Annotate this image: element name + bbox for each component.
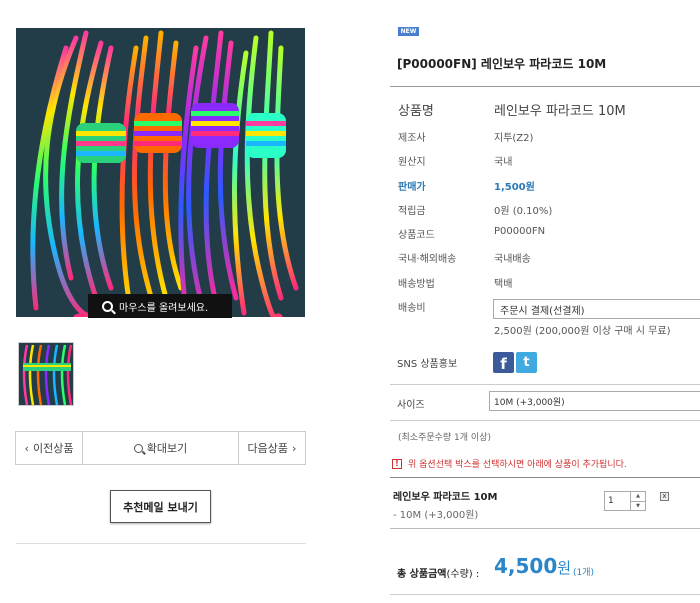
info-label-product-code: 상품코드: [398, 230, 435, 241]
product-navigation: ‹ 이전상품 확대보기 다음상품 ›: [15, 431, 306, 465]
recommend-mail-button[interactable]: 추천메일 보내기: [110, 490, 211, 523]
total-qty-label: (수량) :: [446, 569, 480, 580]
magnifier-icon: [133, 443, 143, 453]
product-main-image[interactable]: [16, 28, 305, 317]
total-count: (1개): [573, 568, 595, 578]
divider: [390, 384, 700, 385]
info-value-price: 1,500원: [494, 182, 535, 193]
quantity-up-button[interactable]: ▲: [631, 492, 645, 502]
info-label-price: 판매가: [398, 182, 426, 193]
total-label-text: 총 상품금액: [397, 569, 447, 580]
zoom-button[interactable]: 확대보기: [83, 432, 239, 464]
size-select-value: 10M (+3,000원): [494, 397, 565, 408]
info-label-delivery-method: 배송방법: [398, 279, 435, 290]
selected-option-name: 레인보우 파라코드 10M: [393, 492, 498, 503]
shipping-fee-note: 2,500원 (200,000원 이상 구매 시 무료): [494, 326, 671, 337]
info-label-points: 적립금: [398, 206, 426, 217]
chevron-left-icon: ‹: [24, 441, 29, 455]
info-value-delivery-method: 택배: [494, 279, 513, 290]
shipping-payment-select[interactable]: 주문시 결제(선결제): [493, 299, 700, 319]
quantity-down-button[interactable]: ▼: [631, 502, 645, 511]
chevron-right-icon: ›: [292, 441, 297, 455]
info-label-name: 상품명: [398, 104, 434, 119]
option-notice-text: 위 옵션선택 박스를 선택하시면 아래에 상품이 추가됩니다.: [408, 460, 627, 470]
product-title: [P00000FN] 레인보우 파라코드 10M: [397, 57, 607, 71]
info-label-manufacturer: 제조사: [398, 133, 426, 144]
info-label-origin: 원산지: [398, 157, 426, 168]
shipping-payment-value: 주문시 결제(선결제): [500, 305, 585, 317]
magnifier-icon: [102, 300, 113, 312]
prev-product-label: 이전상품: [32, 442, 74, 455]
new-badge: NEW: [398, 27, 419, 36]
info-value-points: 0원 (0.10%): [494, 206, 553, 217]
alert-icon: !: [392, 458, 402, 469]
info-value-origin: 국내: [494, 157, 513, 168]
min-order-note: (최소주문수량 1개 이상): [398, 433, 491, 443]
info-label-delivery-region: 국내·해외배송: [398, 254, 457, 265]
info-value-product-code: P00000FN: [494, 226, 546, 237]
info-value-name: 레인보우 파라코드 10M: [494, 104, 626, 119]
total-unit: 원: [557, 559, 572, 577]
divider: [390, 420, 700, 421]
size-label: 사이즈: [397, 400, 425, 411]
divider: [390, 477, 700, 478]
divider: [390, 528, 700, 529]
info-value-delivery-region: 국내배송: [494, 254, 531, 265]
image-zoom-hint: 마우스를 올려보세요.: [88, 294, 232, 318]
info-value-manufacturer: 지투(Z2): [494, 133, 534, 144]
quantity-input[interactable]: 1: [605, 492, 631, 510]
facebook-icon[interactable]: f: [493, 352, 514, 373]
selected-option-detail: - 10M (+3,000원): [393, 510, 479, 521]
product-thumbnail[interactable]: [18, 342, 74, 406]
prev-product-button[interactable]: ‹ 이전상품: [16, 432, 83, 464]
next-product-label: 다음상품: [247, 442, 289, 455]
quantity-stepper: 1 ▲ ▼: [604, 491, 646, 511]
total-amount: 4,500: [494, 554, 558, 578]
total-label: 총 상품금액(수량) :: [397, 565, 479, 580]
divider: [390, 86, 700, 87]
total-price: 4,500원: [494, 554, 571, 578]
sns-label: SNS 상품홍보: [397, 359, 458, 370]
delete-option-icon[interactable]: x: [660, 492, 669, 501]
next-product-button[interactable]: 다음상품 ›: [239, 432, 305, 464]
twitter-icon[interactable]: t: [516, 352, 537, 373]
option-notice: ! 위 옵션선택 박스를 선택하시면 아래에 상품이 추가됩니다.: [392, 457, 627, 470]
divider: [390, 594, 700, 595]
info-label-shipping-fee: 배송비: [398, 303, 426, 314]
divider: [16, 543, 306, 544]
image-zoom-hint-text: 마우스를 올려보세요.: [119, 302, 209, 314]
zoom-label: 확대보기: [146, 442, 188, 455]
size-select[interactable]: 10M (+3,000원): [489, 391, 700, 411]
